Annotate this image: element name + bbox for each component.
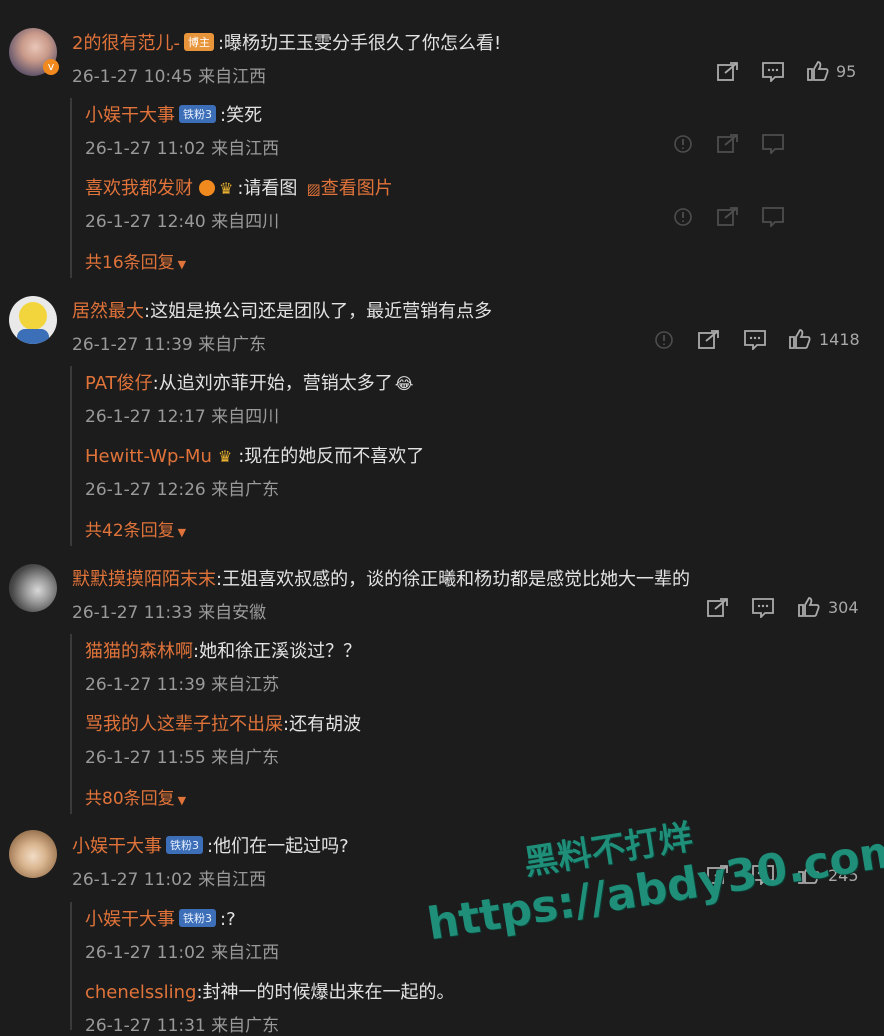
comment-row: 居然最大:这姐是换公司还是团队了，最近营销有点多 (72, 297, 492, 323)
reply-meta: 26-1-27 11:02 来自江西 (85, 943, 280, 963)
username[interactable]: 小娱干大事 (85, 909, 175, 930)
comment-text: :这姐是换公司还是团队了，最近营销有点多 (144, 301, 493, 322)
avatar[interactable] (9, 296, 57, 344)
share-icon[interactable] (698, 329, 720, 349)
blogger-badge: 博主 (183, 33, 214, 51)
reply-row: PAT俊仔:从追刘亦菲开始，营销太多了 😂 (85, 369, 413, 395)
more-replies-link[interactable]: 共80条回复 ▼ (85, 784, 186, 809)
reply-text: :笑死 (220, 105, 263, 126)
fan-badge: 铁粉3 (166, 836, 203, 854)
share-icon[interactable] (707, 597, 729, 617)
reply-meta: 26-1-27 11:31 来自广东 (85, 1016, 280, 1036)
view-image-link[interactable]: 查看图片 (321, 178, 393, 199)
share-icon[interactable] (717, 61, 739, 81)
more-replies-label: 共42条回复 (85, 521, 175, 541)
verified-icon: v (43, 59, 59, 75)
reply-row: 骂我的人这辈子拉不出屎:还有胡波 (85, 710, 361, 736)
username[interactable]: 2的很有范儿- (72, 33, 180, 54)
comment-meta: 26-1-27 11:02 来自江西 (72, 870, 267, 890)
reply-row: Hewitt-Wp-Mu ♛ :现在的她反而不喜欢了 (85, 442, 424, 468)
comment-text: :他们在一起过吗? (207, 836, 349, 857)
comment-meta: 26-1-27 10:45 来自江西 (72, 67, 267, 87)
caret-down-icon: ▼ (177, 526, 187, 539)
more-replies-label: 共16条回复 (85, 253, 175, 273)
reply-text: :她和徐正溪谈过？？ (193, 641, 362, 662)
comment-icon[interactable] (744, 330, 766, 350)
reply-meta: 26-1-27 11:02 来自江西 (85, 139, 280, 159)
comment-meta: 26-1-27 11:33 来自安徽 (72, 603, 267, 623)
report-icon[interactable] (673, 207, 693, 227)
reply-divider (70, 366, 72, 546)
reply-text: :现在的她反而不喜欢了 (238, 446, 425, 467)
reply-text: :还有胡波 (283, 714, 362, 735)
share-icon[interactable] (717, 133, 739, 153)
comment-icon[interactable] (762, 62, 784, 82)
share-icon[interactable] (717, 206, 739, 226)
reply-text: :? (220, 909, 236, 930)
caret-down-icon: ▼ (177, 258, 187, 271)
reply-text: :封神一的时候爆出来在一起的。 (196, 982, 455, 1003)
reply-row: 小娱干大事 铁粉3:笑死 (85, 101, 262, 127)
username[interactable]: 骂我的人这辈子拉不出屎 (85, 714, 283, 735)
reply-text: :请看图 (237, 178, 298, 199)
reply-row: 小娱干大事 铁粉3:? (85, 905, 236, 931)
username[interactable]: PAT俊仔 (85, 373, 153, 394)
reply-text: :从追刘亦菲开始，营销太多了 (152, 373, 393, 394)
crown-icon: ♛ (219, 179, 234, 198)
comment-icon[interactable] (762, 207, 784, 227)
cutoff-text: ▬▬▬ (10, 0, 60, 2)
emoji-icon: 😂 (394, 374, 414, 393)
reply-meta: 26-1-27 12:40 来自四川 (85, 212, 280, 232)
report-icon[interactable] (673, 134, 693, 154)
crown-icon: ♛ (217, 447, 233, 466)
reply-divider (70, 98, 72, 278)
reply-row: 喜欢我都发财 ♛:请看图 ▨查看图片 (85, 174, 393, 200)
avatar[interactable] (9, 830, 57, 878)
fan-badge: 铁粉3 (179, 105, 216, 123)
like-count: 1418 (819, 330, 860, 349)
reply-meta: 26-1-27 11:55 来自广东 (85, 748, 280, 768)
comment-text: :王姐喜欢叔感的，谈的徐正曦和杨玏都是感觉比她大一辈的 (216, 569, 691, 590)
more-replies-link[interactable]: 共16条回复 ▼ (85, 248, 186, 273)
like-icon[interactable] (807, 61, 829, 81)
like-count: 304 (828, 598, 859, 617)
reply-meta: 26-1-27 12:17 来自四川 (85, 407, 280, 427)
username[interactable]: 默默摸摸陌陌末末 (72, 569, 216, 590)
reply-divider (70, 634, 72, 814)
username[interactable]: 猫猫的森林啊 (85, 641, 193, 662)
reply-row: 猫猫的森林啊:她和徐正溪谈过？？ (85, 637, 361, 663)
more-replies-label: 共80条回复 (85, 789, 175, 809)
reply-divider (70, 902, 72, 1030)
comment-row: 小娱干大事 铁粉3:他们在一起过吗? (72, 832, 349, 858)
username[interactable]: 喜欢我都发财 (85, 178, 193, 199)
like-count: 95 (836, 62, 857, 81)
like-icon[interactable] (789, 329, 811, 349)
username[interactable]: 居然最大 (72, 301, 144, 322)
reply-row: chenelssling:封神一的时候爆出来在一起的。 (85, 978, 455, 1004)
comment-icon[interactable] (752, 598, 774, 618)
comment-meta: 26-1-27 11:39 来自广东 (72, 335, 267, 355)
image-icon: ▨ (306, 180, 321, 198)
reply-meta: 26-1-27 11:39 来自江苏 (85, 675, 280, 695)
comment-text: :曝杨玏王玉雯分手很久了你怎么看! (217, 33, 502, 54)
fan-badge: 铁粉3 (179, 909, 216, 927)
comment-icon[interactable] (762, 134, 784, 154)
caret-down-icon: ▼ (177, 794, 187, 807)
username[interactable]: chenelssling (85, 982, 196, 1003)
more-replies-link[interactable]: 共42条回复 ▼ (85, 516, 186, 541)
avatar[interactable] (9, 564, 57, 612)
username[interactable]: 小娱干大事 (85, 105, 175, 126)
verified-icon (199, 180, 215, 196)
username[interactable]: 小娱干大事 (72, 836, 162, 857)
comment-row: 默默摸摸陌陌末末:王姐喜欢叔感的，谈的徐正曦和杨玏都是感觉比她大一辈的 (72, 565, 690, 591)
like-icon[interactable] (798, 597, 820, 617)
report-icon[interactable] (654, 330, 674, 350)
username[interactable]: Hewitt-Wp-Mu (85, 446, 212, 467)
reply-meta: 26-1-27 12:26 来自广东 (85, 480, 280, 500)
comment-row: 2的很有范儿- 博主:曝杨玏王玉雯分手很久了你怎么看! (72, 29, 501, 55)
